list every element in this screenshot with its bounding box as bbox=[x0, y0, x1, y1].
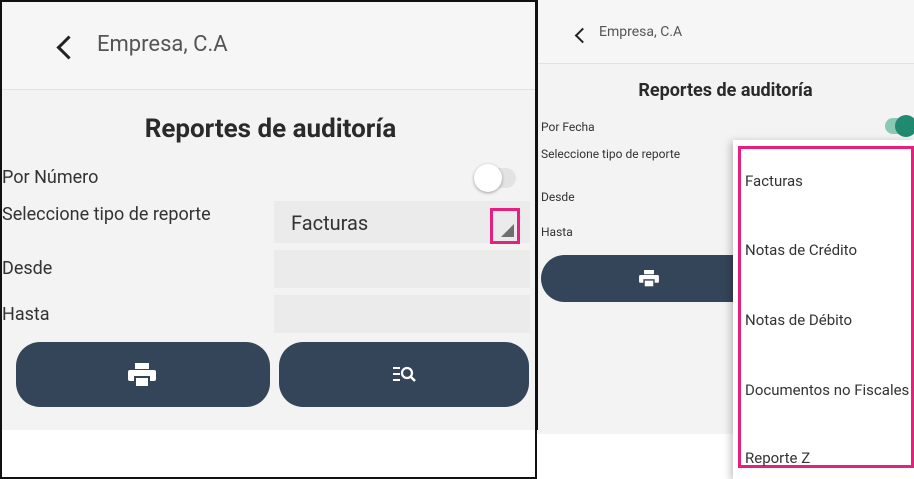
panel-divider bbox=[537, 0, 538, 430]
print-button[interactable] bbox=[16, 342, 270, 407]
por-numero-toggle[interactable] bbox=[474, 164, 516, 192]
left-screen: Empresa, C.A Reportes de auditoría Por N… bbox=[0, 0, 537, 479]
page-title: Reportes de auditoría bbox=[144, 114, 397, 144]
tipo-reporte-label: Seleccione tipo de reporte bbox=[2, 204, 211, 225]
desde-label: Desde bbox=[541, 190, 575, 204]
por-fecha-toggle[interactable] bbox=[885, 115, 914, 137]
option-reporte-z[interactable]: Reporte Z bbox=[745, 449, 810, 467]
right-screen: Empresa, C.A Reportes de auditoría Por F… bbox=[537, 0, 914, 479]
dropdown-highlight bbox=[738, 146, 914, 468]
search-report-button[interactable] bbox=[279, 342, 529, 407]
print-button[interactable] bbox=[541, 255, 757, 302]
desde-input[interactable] bbox=[274, 250, 530, 288]
dropdown-arrow-icon[interactable] bbox=[501, 224, 514, 237]
hasta-input[interactable] bbox=[274, 295, 530, 333]
app-bar-title: Empresa, C.A bbox=[599, 24, 683, 40]
page-title: Reportes de auditoría bbox=[638, 80, 813, 101]
search-list-icon bbox=[393, 366, 416, 382]
app-bar-title: Empresa, C.A bbox=[97, 32, 228, 57]
app-bar bbox=[2, 2, 535, 90]
option-documentos-no-fiscales[interactable]: Documentos no Fiscales bbox=[745, 381, 909, 399]
hasta-label: Hasta bbox=[2, 304, 50, 325]
app-bar bbox=[537, 0, 914, 64]
hasta-label: Hasta bbox=[541, 225, 573, 239]
desde-label: Desde bbox=[2, 258, 53, 279]
por-numero-label: Por Número bbox=[2, 167, 99, 188]
tipo-reporte-value: Facturas bbox=[291, 211, 369, 235]
dropdown-highlight bbox=[490, 208, 520, 244]
option-facturas[interactable]: Facturas bbox=[745, 172, 803, 190]
toggle-knob bbox=[895, 115, 914, 137]
tipo-reporte-label: Seleccione tipo de reporte bbox=[541, 147, 681, 161]
option-notas-debito[interactable]: Notas de Débito bbox=[745, 311, 852, 329]
printer-icon bbox=[128, 363, 156, 387]
option-notas-credito[interactable]: Notas de Crédito bbox=[745, 241, 857, 259]
toggle-knob bbox=[474, 164, 502, 192]
por-fecha-label: Por Fecha bbox=[541, 120, 595, 134]
printer-icon bbox=[639, 270, 659, 287]
